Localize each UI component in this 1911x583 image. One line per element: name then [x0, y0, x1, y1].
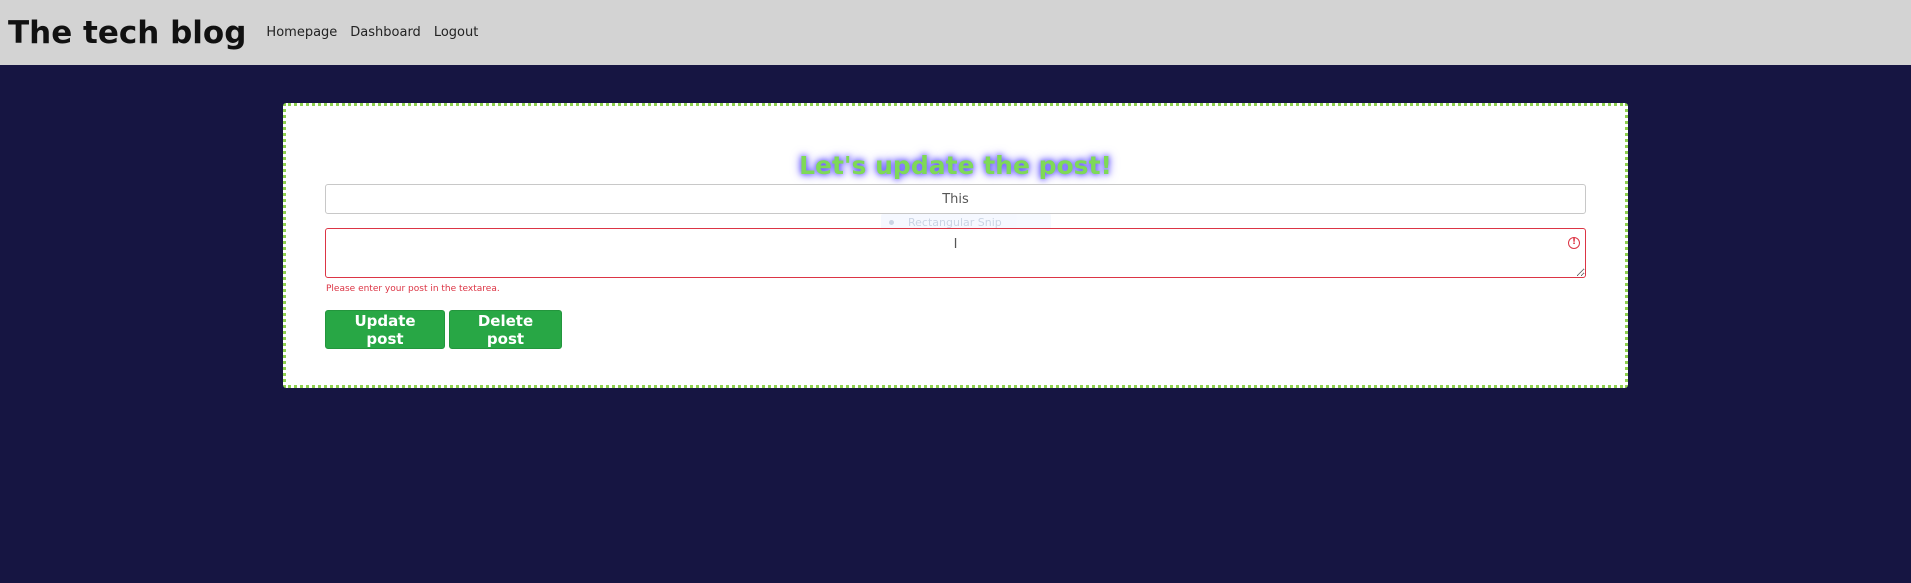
post-content-textarea[interactable]: I: [325, 228, 1586, 278]
page-title: Let's update the post!: [799, 151, 1112, 180]
nav-link-dashboard[interactable]: Dashboard: [350, 25, 421, 40]
navbar: The tech blog Homepage Dashboard Logout: [0, 0, 1911, 65]
site-brand[interactable]: The tech blog: [8, 15, 246, 51]
nav-link-logout[interactable]: Logout: [434, 25, 479, 40]
update-post-card: Let's update the post! Rectangular Snip …: [283, 103, 1628, 388]
delete-post-button[interactable]: Delete post: [449, 310, 562, 349]
exclamation-circle-icon: !: [1568, 237, 1580, 249]
validation-feedback: Please enter your post in the textarea.: [326, 284, 500, 294]
post-title-input[interactable]: [325, 184, 1586, 214]
update-post-button[interactable]: Update post: [325, 310, 445, 349]
nav-link-homepage[interactable]: Homepage: [266, 25, 337, 40]
snip-dot-icon: [889, 220, 894, 225]
